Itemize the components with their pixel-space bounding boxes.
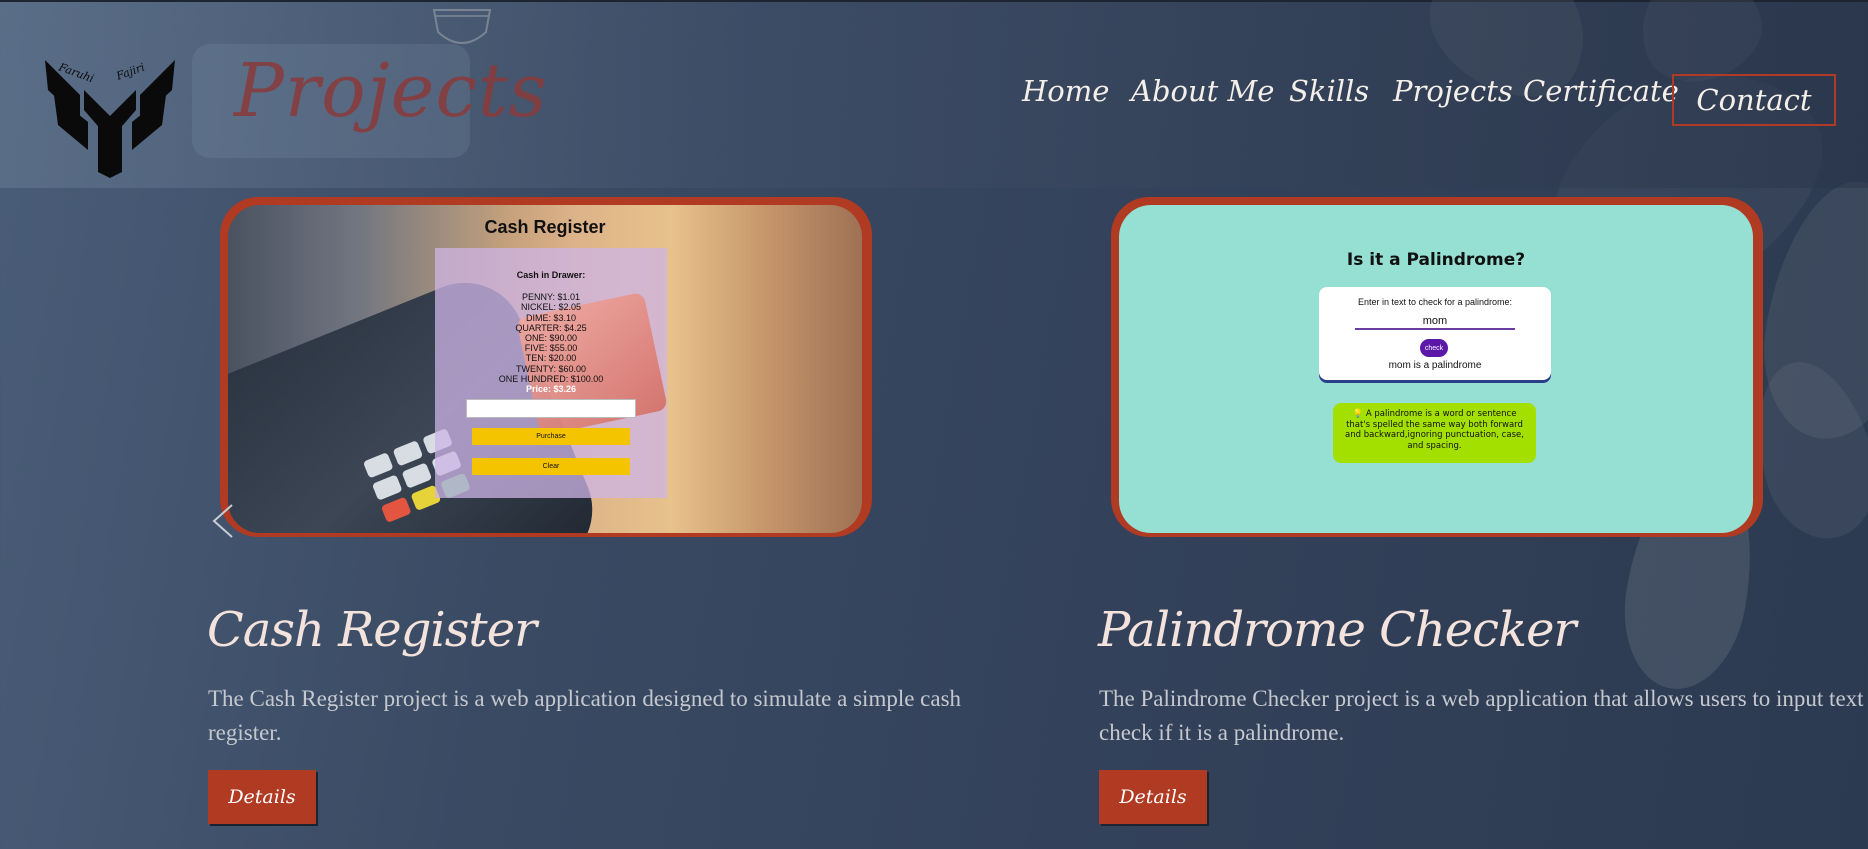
- price-label: Price:: [525, 384, 551, 395]
- cash-register-screenshot: Cash Register Cash in Drawer: PENNY: $1.…: [228, 205, 862, 533]
- cash-input: [466, 399, 636, 418]
- project-card-palindrome-checker[interactable]: Is it a Palindrome? Enter in text to che…: [1111, 197, 1763, 537]
- clear-button: Clear: [472, 458, 630, 475]
- purchase-button: Purchase: [472, 428, 630, 445]
- palindrome-result: mom is a palindrome: [1388, 360, 1482, 371]
- drawer-line: DIME: $3.10: [525, 312, 577, 323]
- project-preview-image: Is it a Palindrome? Enter in text to che…: [1119, 205, 1753, 533]
- details-button[interactable]: Details: [208, 770, 316, 824]
- logo-icon[interactable]: Faruhi Fajiri: [40, 50, 180, 180]
- contact-button[interactable]: Contact: [1672, 74, 1836, 126]
- drawer-line: ONE HUNDRED: $100.00: [498, 373, 604, 384]
- nav-skills[interactable]: Skills: [1289, 74, 1369, 108]
- price-value: $3.26: [553, 384, 577, 395]
- project-card-cash-register[interactable]: Cash Register Cash in Drawer: PENNY: $1.…: [220, 197, 872, 537]
- svg-text:Fajiri: Fajiri: [114, 61, 147, 84]
- details-button[interactable]: Details: [1099, 770, 1207, 824]
- cash-drawer-panel: Cash in Drawer: PENNY: $1.01 NICKEL: $2.…: [435, 248, 669, 498]
- nav-projects[interactable]: Projects: [1393, 74, 1513, 108]
- palindrome-heading: Is it a Palindrome?: [1346, 250, 1526, 270]
- project-title: Cash Register: [207, 602, 537, 658]
- project-description: The Palindrome Checker project is a web …: [1099, 682, 1868, 750]
- nav-home[interactable]: Home: [1022, 74, 1109, 108]
- project-description: The Cash Register project is a web appli…: [208, 686, 962, 745]
- palindrome-input-label: Enter in text to check for a palindrome:: [1357, 297, 1513, 307]
- drawer-line: PENNY: $1.01: [521, 292, 581, 303]
- palindrome-form: Enter in text to check for a palindrome:…: [1319, 287, 1551, 380]
- drawer-line: QUARTER: $4.25: [515, 322, 587, 333]
- drawer-line: NICKEL: $2.05: [520, 302, 582, 313]
- palindrome-info-box: 💡 A palindrome is a word or sentence tha…: [1333, 403, 1536, 463]
- cash-register-heading: Cash Register: [484, 217, 606, 237]
- project-title: Palindrome Checker: [1098, 602, 1576, 658]
- drawer-line: TEN: $20.00: [525, 353, 577, 364]
- drawer-line: FIVE: $55.00: [524, 343, 578, 354]
- palindrome-screenshot: Is it a Palindrome? Enter in text to che…: [1119, 205, 1753, 533]
- nav-about-me[interactable]: About Me: [1131, 74, 1274, 108]
- drawer-heading: Cash in Drawer:: [516, 270, 586, 280]
- page-title: Projects: [234, 48, 548, 134]
- palindrome-input: mom: [1355, 315, 1515, 330]
- drawer-line: TWENTY: $60.00: [515, 363, 587, 374]
- project-description-text: The Palindrome Checker project is a web …: [1099, 686, 1868, 745]
- project-preview-image: Cash Register Cash in Drawer: PENNY: $1.…: [228, 205, 862, 533]
- check-button: check: [1420, 339, 1448, 357]
- site-header: Faruhi Fajiri Projects Home About Me Ski…: [0, 2, 1868, 188]
- drawer-line: ONE: $90.00: [524, 333, 578, 344]
- nav-certificate[interactable]: Certificate: [1523, 74, 1679, 108]
- carousel-prev-arrow-icon[interactable]: [210, 503, 236, 539]
